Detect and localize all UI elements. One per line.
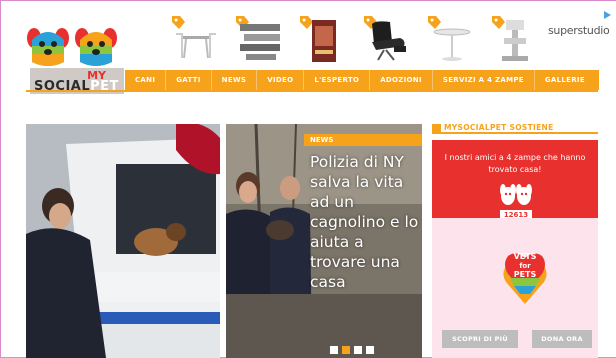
hero-image-police-car[interactable]	[26, 124, 220, 358]
nav-item-gallerie[interactable]: GALLERIE	[535, 70, 595, 90]
sidebar-dogs-logo: 12613	[500, 182, 532, 220]
product-item[interactable]	[358, 12, 418, 68]
carousel-dot[interactable]	[366, 346, 374, 354]
dog-right-icon	[75, 28, 117, 66]
cat-tower-icon	[502, 20, 528, 61]
dona-button[interactable]: DONA ORA	[532, 330, 592, 348]
shelf-icon	[240, 24, 280, 60]
nav-item-news[interactable]: NEWS	[212, 70, 258, 90]
police-car-photo	[26, 124, 220, 358]
nav-item-adozioni[interactable]: ADOZIONI	[370, 70, 433, 90]
carousel-dots	[330, 346, 374, 354]
vets-word: VETS	[513, 252, 537, 261]
carousel-dot[interactable]	[354, 346, 362, 354]
nav-underline	[26, 90, 598, 92]
for-word: for	[519, 262, 531, 270]
dog-left-icon	[27, 28, 69, 66]
product-carousel	[166, 12, 610, 68]
nav-item-cani[interactable]: CANI	[125, 70, 167, 90]
book-icon	[312, 20, 336, 62]
pets-word: PETS	[513, 270, 537, 279]
nav-item-servizi[interactable]: SERVIZI A 4 ZAMPE	[433, 70, 535, 90]
sidebar-title: MYSOCIALPET SOSTIENE	[444, 123, 554, 132]
site-logo[interactable]: MY SOCIALPET	[26, 22, 124, 96]
sponsor-logo[interactable]: superstudio	[548, 24, 610, 37]
side-table-icon	[433, 28, 471, 61]
scopri-button[interactable]: SCOPRI DI PIÙ	[442, 330, 518, 348]
product-item[interactable]	[422, 12, 482, 68]
nav-item-esperto[interactable]: L'ESPERTO	[304, 70, 371, 90]
armchair-icon	[372, 21, 406, 61]
sidebar-promo-text: I nostri amici a 4 zampe che hanno trova…	[444, 153, 586, 174]
carousel-dot[interactable]	[330, 346, 338, 354]
sidebar-header-marker	[432, 124, 441, 133]
nav-item-gatti[interactable]: GATTI	[166, 70, 212, 90]
sidebar-header: MYSOCIALPET SOSTIENE	[432, 123, 598, 134]
featured-headline[interactable]: Polizia di NY salva la vita ad un cagnol…	[310, 152, 420, 292]
product-item[interactable]	[166, 12, 226, 68]
dining-table-icon	[176, 33, 216, 59]
product-item[interactable]	[230, 12, 290, 68]
carousel-dot-active[interactable]	[342, 346, 350, 354]
nav-item-video[interactable]: VIDEO	[257, 70, 305, 90]
product-item[interactable]	[486, 12, 546, 68]
news-badge: NEWS	[304, 134, 422, 146]
vets-for-pets-logo[interactable]: VETS for PETS	[502, 234, 548, 306]
main-nav: CANI GATTI NEWS VIDEO L'ESPERTO ADOZIONI…	[125, 70, 599, 90]
dogs-icon	[500, 184, 532, 205]
product-item[interactable]	[294, 12, 354, 68]
